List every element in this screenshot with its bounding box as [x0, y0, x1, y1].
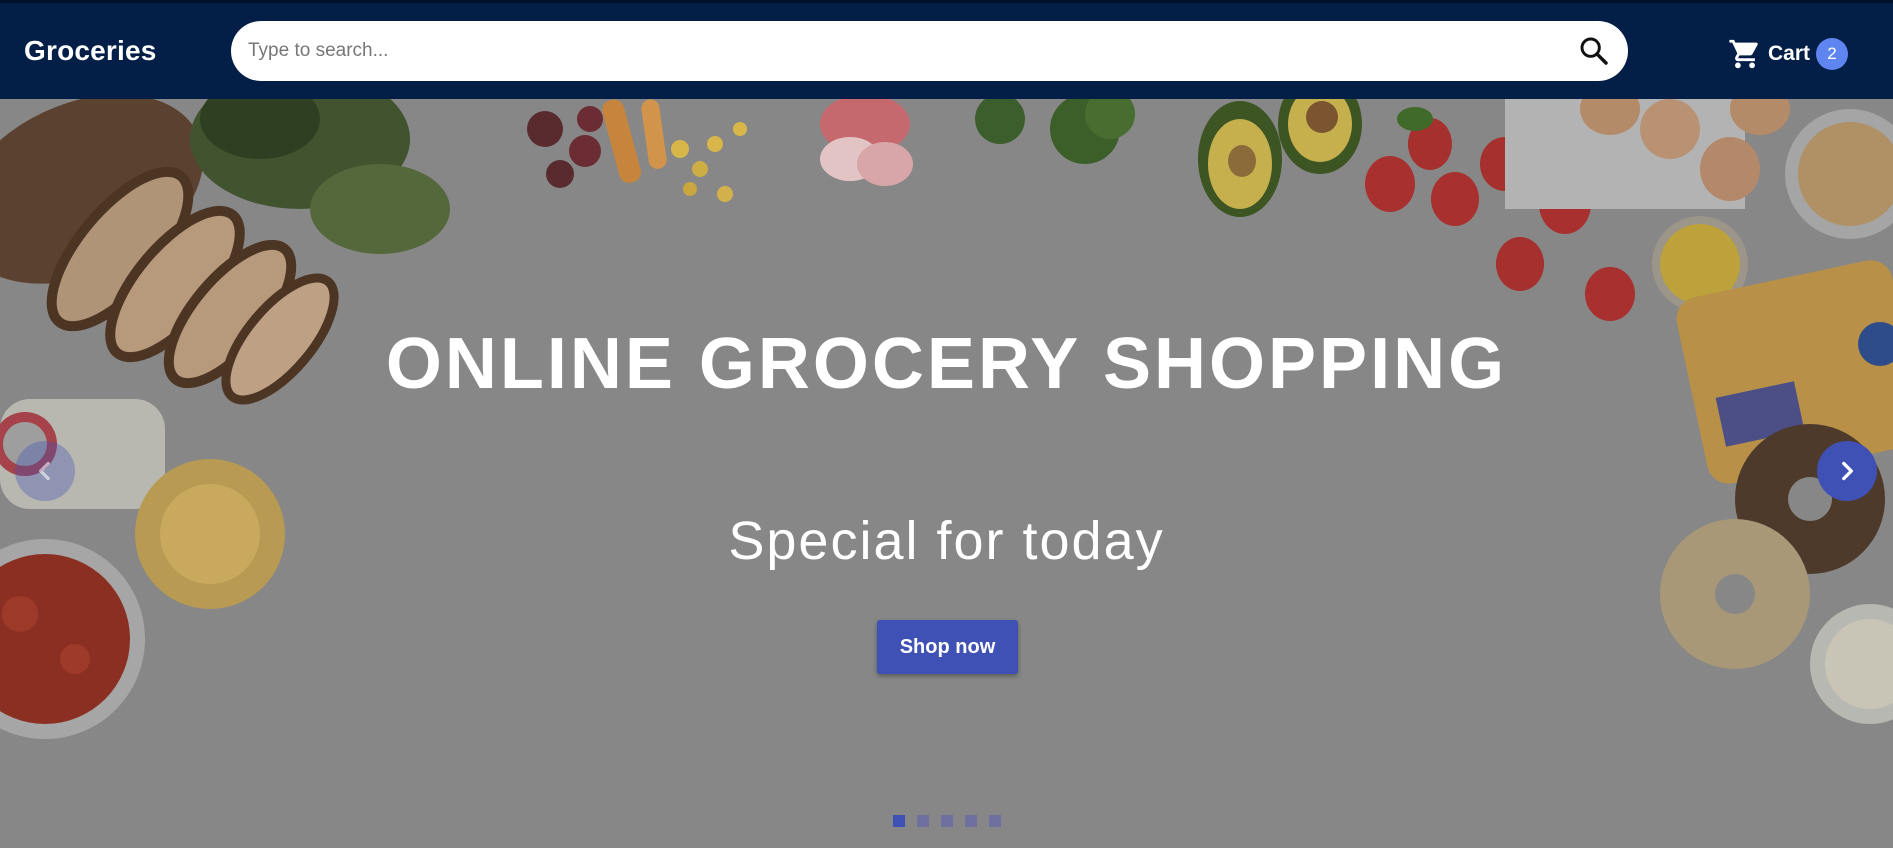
shop-now-button[interactable]: Shop now: [877, 620, 1018, 674]
carousel-dot-1[interactable]: [893, 815, 905, 827]
carousel-dot-5[interactable]: [989, 815, 1001, 827]
hero-title: ONLINE GROCERY SHOPPING: [385, 324, 1508, 404]
search-input[interactable]: [248, 21, 1548, 81]
top-navbar: Groceries Cart 2: [0, 0, 1893, 99]
hero-background-image: [0, 99, 1893, 739]
carousel-dot-3[interactable]: [941, 815, 953, 827]
cart-count-badge: 2: [1816, 38, 1849, 70]
carousel-indicators: [893, 815, 1013, 827]
hero-subtitle: Special for today: [728, 511, 1165, 571]
avocado-illustration: [1198, 99, 1362, 217]
carousel-prev-button[interactable]: [15, 441, 75, 501]
hero-carousel: ONLINE GROCERY SHOPPING Special for toda…: [0, 99, 1893, 848]
vegetables-illustration: [527, 99, 1135, 202]
chevron-right-icon: [1842, 461, 1853, 481]
eggs-illustration: [1505, 99, 1790, 209]
carousel-dot-4[interactable]: [965, 815, 977, 827]
carousel-dot-2[interactable]: [917, 815, 929, 827]
cart-label: Cart: [1768, 42, 1811, 65]
search-button[interactable]: [1578, 35, 1610, 67]
search-bar: [231, 21, 1628, 81]
brand-logo[interactable]: Groceries: [24, 33, 157, 69]
carousel-next-button[interactable]: [1817, 441, 1877, 501]
cart-button[interactable]: Cart 2: [1728, 36, 1849, 72]
chevron-left-icon: [39, 461, 50, 481]
granola-bowl-illustration: [1785, 109, 1893, 239]
search-icon: [1580, 37, 1608, 65]
shopping-cart-icon: [1729, 39, 1758, 69]
